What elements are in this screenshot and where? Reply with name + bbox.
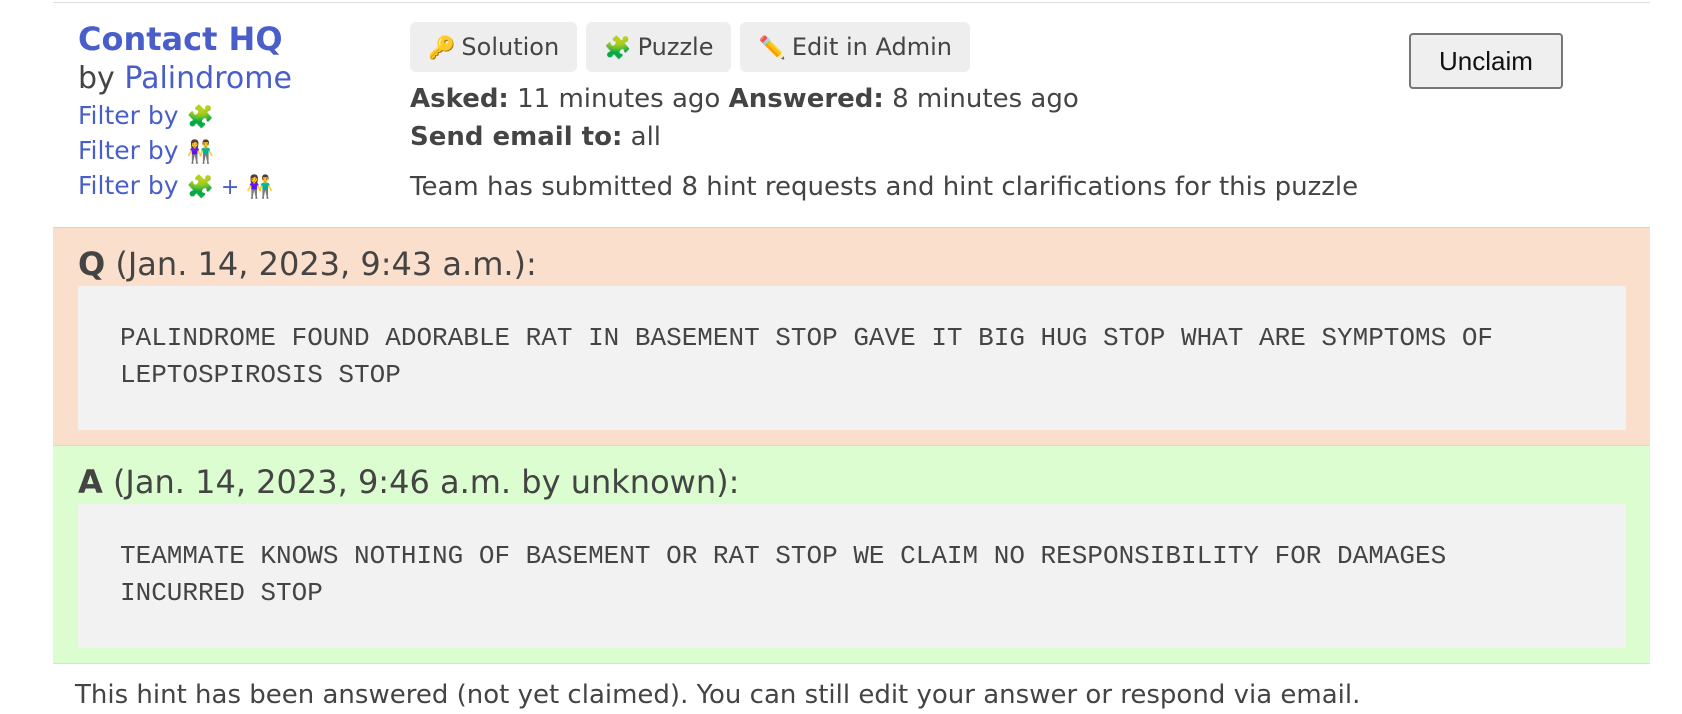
team-icon: 👫 [186, 140, 214, 165]
answer-meta: (Jan. 14, 2023, 9:46 a.m. by unknown): [112, 463, 740, 501]
answer-text: TEAMMATE KNOWS NOTHING OF BASEMENT OR RA… [120, 541, 1447, 608]
puzzle-and-team-icon: 🧩 + 👫 [186, 175, 274, 200]
puzzle-icon: 🧩 [186, 105, 214, 130]
filter-by-team-link[interactable]: Filter by 👫 [78, 134, 408, 169]
answer-marker: A [78, 463, 103, 501]
question-marker: Q [78, 245, 106, 283]
question-message-box: PALINDROME FOUND ADORABLE RAT IN BASEMEN… [78, 286, 1626, 430]
edit-in-admin-label: Edit in Admin [791, 33, 952, 61]
answer-block: A (Jan. 14, 2023, 9:46 a.m. by unknown):… [53, 445, 1650, 664]
puzzle-label: Puzzle [637, 33, 714, 61]
email-recipients: Send email to: all [410, 118, 1360, 156]
filter-by-puzzle-link[interactable]: Filter by 🧩 [78, 99, 408, 134]
solution-label: Solution [461, 33, 560, 61]
by-prefix: by [78, 61, 115, 96]
hint-identity: Contact HQ by Palindrome Filter by 🧩 Fil… [78, 19, 408, 204]
answer-message-box: TEAMMATE KNOWS NOTHING OF BASEMENT OR RA… [78, 504, 1626, 648]
question-text: PALINDROME FOUND ADORABLE RAT IN BASEMEN… [120, 323, 1494, 390]
asked-value: 11 minutes ago [517, 84, 721, 114]
answer-bottom-divider [53, 663, 1650, 664]
email-label: Send email to: [410, 122, 623, 152]
action-buttons: 🔑 Solution 🧩 Puzzle ✏️ Edit in Admin [410, 22, 1360, 72]
answered-label: Answered: [728, 84, 884, 114]
filter-label: Filter by [78, 136, 179, 165]
question-meta: (Jan. 14, 2023, 9:43 a.m.): [115, 245, 537, 283]
hint-count-text: Team has submitted 8 hint requests and h… [410, 172, 1359, 202]
puzzle-icon: 🧩 [604, 36, 632, 61]
team-byline: by Palindrome [78, 59, 408, 99]
status-footer-text: This hint has been answered (not yet cla… [75, 680, 1361, 710]
hint-details: 🔑 Solution 🧩 Puzzle ✏️ Edit in Admin Asked:… [410, 22, 1360, 206]
hint-header: Contact HQ by Palindrome Filter by 🧩 Fil… [53, 3, 1650, 227]
solution-button[interactable]: 🔑 Solution [410, 22, 578, 72]
team-link[interactable]: Palindrome [124, 61, 292, 96]
email-value: all [630, 122, 662, 152]
filter-label: Filter by [78, 171, 179, 200]
question-block: Q (Jan. 14, 2023, 9:43 a.m.): PALINDROME… [53, 227, 1650, 446]
pencil-icon: ✏️ [758, 36, 786, 61]
timestamps: Asked: 11 minutes ago Answered: 8 minute… [410, 80, 1360, 118]
puzzle-title-link[interactable]: Contact HQ [78, 19, 408, 59]
answer-header: A (Jan. 14, 2023, 9:46 a.m. by unknown): [78, 460, 739, 504]
filter-by-puzzle-and-team-link[interactable]: Filter by 🧩 + 👫 [78, 169, 408, 204]
asked-label: Asked: [410, 84, 509, 114]
key-icon: 🔑 [428, 36, 456, 61]
edit-in-admin-button[interactable]: ✏️ Edit in Admin [740, 22, 970, 72]
puzzle-button[interactable]: 🧩 Puzzle [586, 22, 732, 72]
unclaim-button[interactable]: Unclaim [1409, 33, 1563, 89]
answered-value: 8 minutes ago [892, 84, 1079, 114]
filter-label: Filter by [78, 101, 179, 130]
question-header: Q (Jan. 14, 2023, 9:43 a.m.): [78, 242, 537, 286]
